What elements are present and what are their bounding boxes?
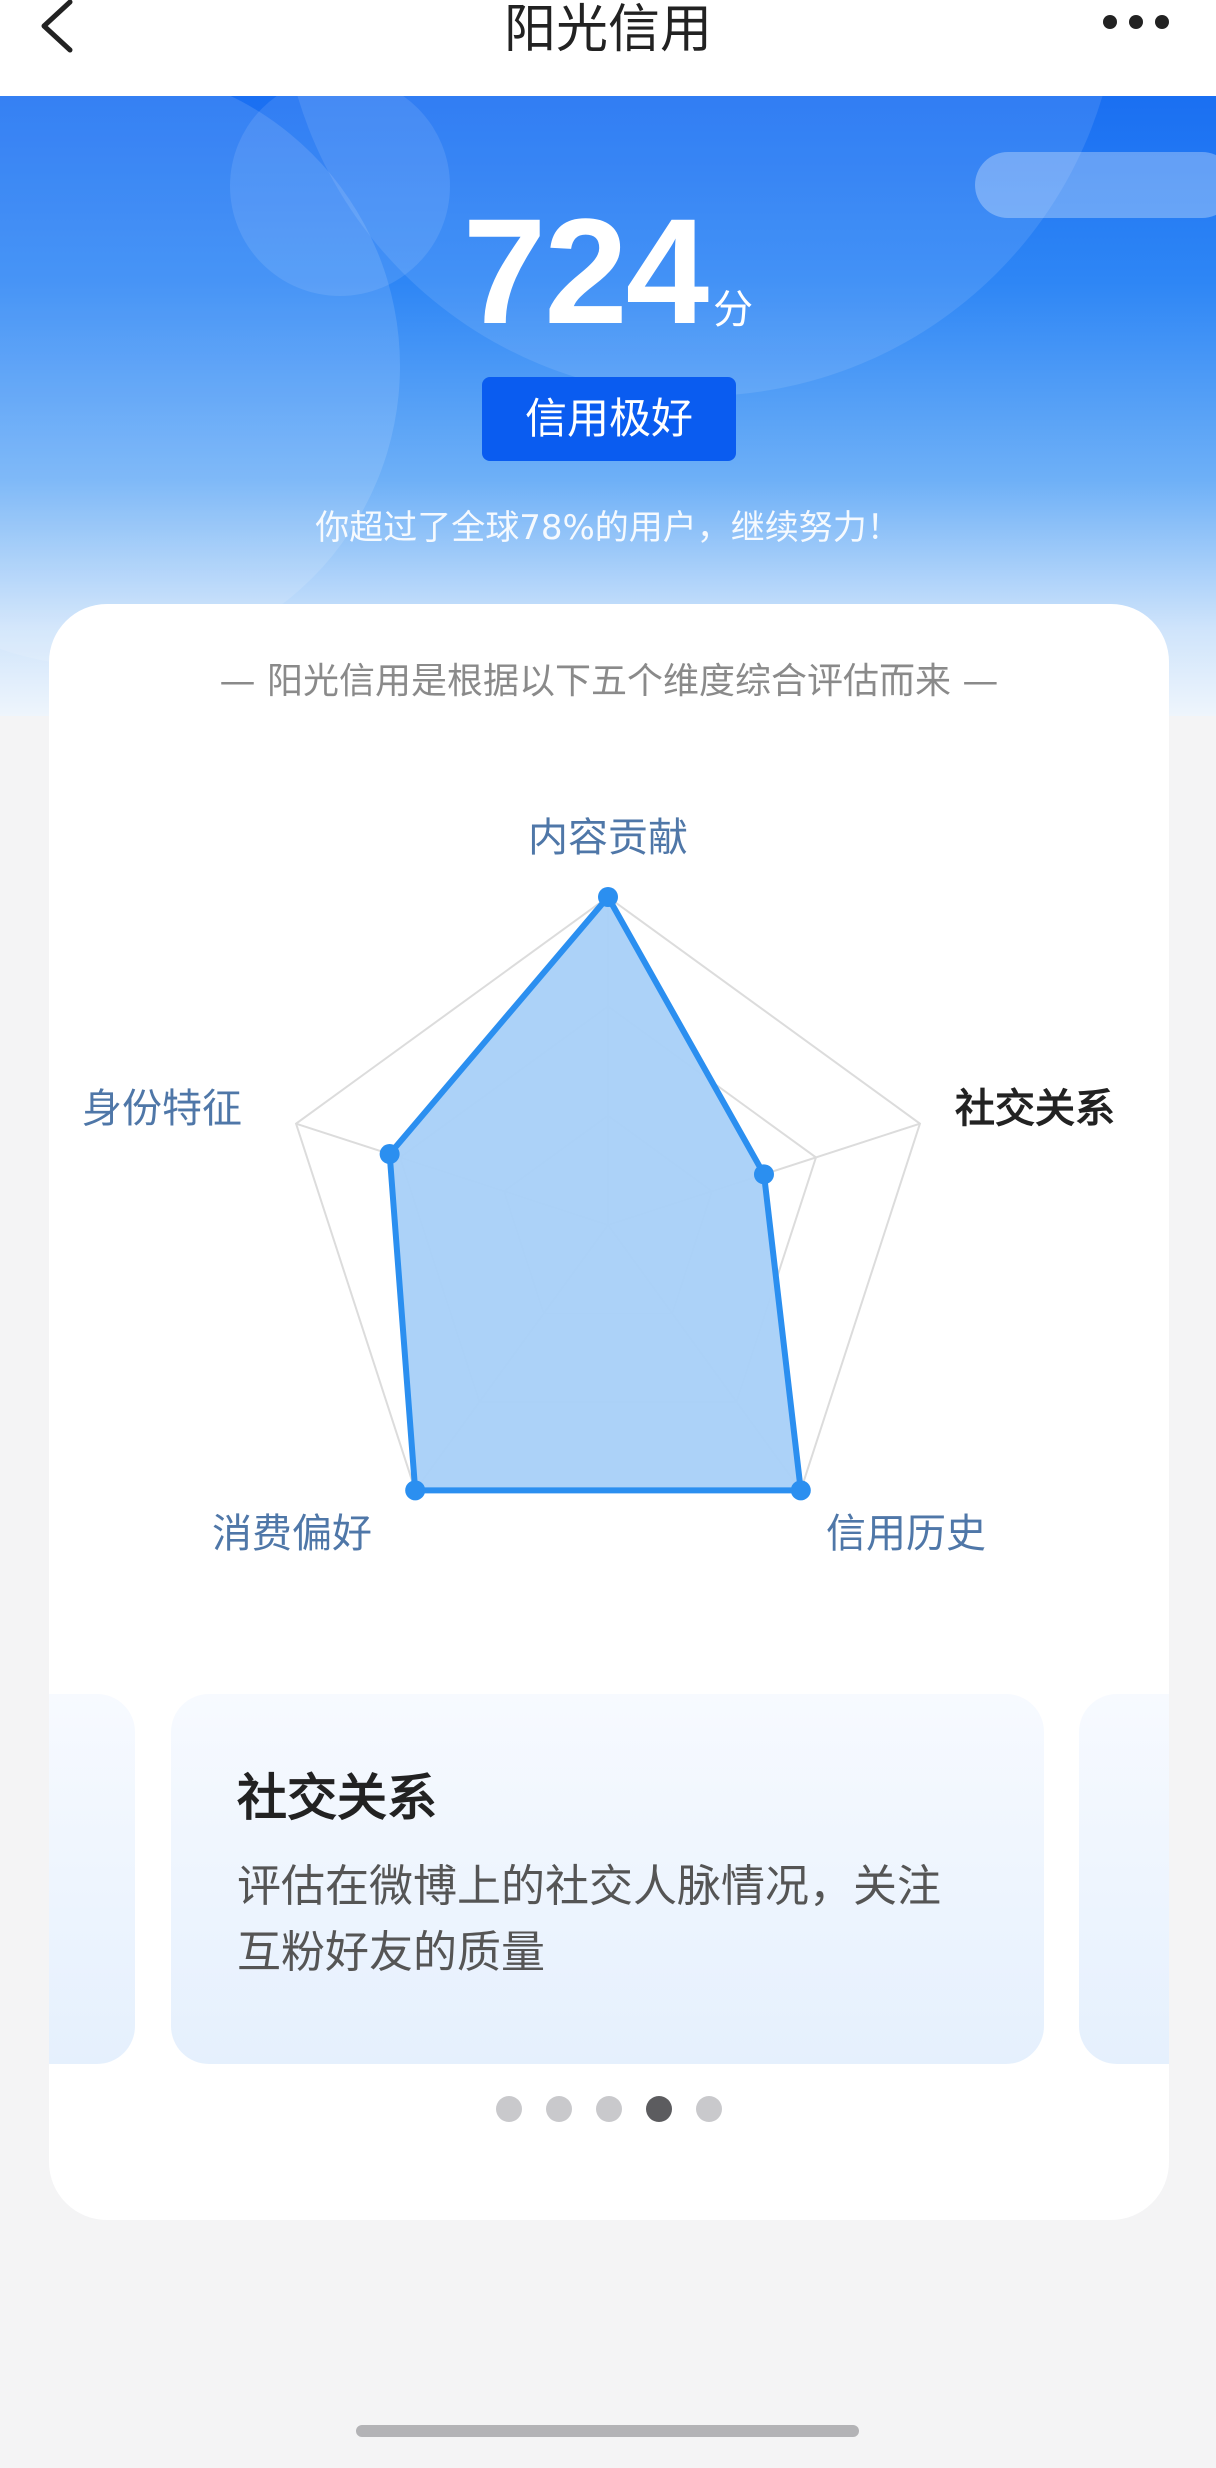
ellipsis-icon — [1103, 15, 1169, 29]
dimension-card: — 阳光信用是根据以下五个维度综合评估而来 — 内容贡献 社交关系 信用历史 消… — [49, 604, 1169, 2220]
dimension-description: 评估在微博上的社交人脉情况，关注互粉好友的质量 — [237, 1861, 941, 1978]
carousel-card-prev[interactable] — [49, 1694, 135, 2064]
page-dot[interactable] — [596, 2096, 622, 2122]
credit-score: 724 分 — [0, 196, 1216, 346]
page-dot-active[interactable] — [646, 2096, 672, 2122]
more-button[interactable] — [1096, 8, 1176, 48]
carousel-card-next[interactable] — [1079, 1694, 1169, 2064]
carousel-card-current[interactable]: 社交关系 评估在微博上的社交人脉情况，关注互粉好友的质量 — [171, 1694, 1044, 2064]
nav-bar: 阳光信用 — [0, 0, 1216, 96]
page-dot[interactable] — [696, 2096, 722, 2122]
radar-label-identity[interactable]: 身份特征 — [82, 1076, 242, 1134]
radar-point — [405, 1480, 426, 1501]
radar-point — [598, 887, 618, 907]
home-indicator — [356, 2425, 859, 2437]
radar-point — [753, 1164, 774, 1185]
score-value: 724 — [462, 187, 709, 355]
radar-label-consumption[interactable]: 消费偏好 — [212, 1501, 372, 1559]
radar-label-history[interactable]: 信用历史 — [826, 1501, 986, 1559]
carousel-pagination — [49, 2096, 1169, 2122]
radar-label-content[interactable]: 内容贡献 — [528, 805, 688, 863]
dimension-title: 社交关系 — [237, 1769, 437, 1827]
page-dot[interactable] — [546, 2096, 572, 2122]
radar-value-area — [386, 894, 804, 1494]
score-unit: 分 — [713, 287, 754, 333]
radar-label-social[interactable]: 社交关系 — [955, 1076, 1115, 1134]
page-dot[interactable] — [496, 2096, 522, 2122]
radar-point — [379, 1144, 400, 1165]
page-title: 阳光信用 — [503, 0, 712, 60]
radar-point — [790, 1480, 811, 1501]
rank-text: 你超过了全球78%的用户，继续努力！ — [315, 508, 901, 548]
grade-badge: 信用极好 — [482, 377, 736, 461]
